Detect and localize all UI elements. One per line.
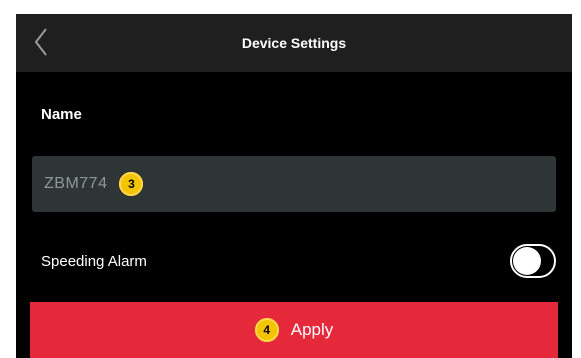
device-settings-screen: Device Settings Name ZBM774 3 Speeding A…: [16, 14, 572, 358]
step-4-badge: 4: [254, 318, 279, 342]
speeding-alarm-label: Speeding Alarm: [41, 253, 147, 270]
top-bar: Device Settings: [16, 14, 572, 72]
page-title: Device Settings: [241, 35, 347, 51]
apply-button-label: Apply: [290, 320, 334, 339]
apply-button[interactable]: 4 Apply: [30, 302, 558, 358]
name-label: Name: [41, 106, 82, 123]
speeding-alarm-toggle[interactable]: [510, 244, 556, 278]
step-3-badge: 3: [119, 172, 144, 196]
name-field[interactable]: ZBM774 3: [32, 156, 556, 212]
name-field-value: ZBM774: [44, 175, 108, 192]
toggle-knob: [513, 247, 541, 275]
